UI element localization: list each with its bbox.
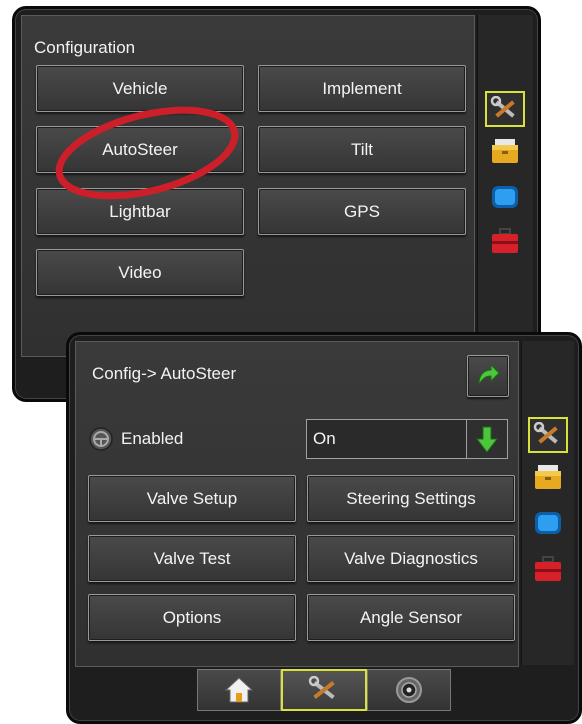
tools-icon[interactable]	[485, 91, 525, 127]
side-toolbar	[521, 341, 574, 665]
monitor-icon[interactable]	[485, 179, 525, 215]
tools-icon	[308, 676, 335, 699]
valve-test-button[interactable]: Valve Test	[88, 535, 296, 582]
dropdown-arrow[interactable]	[466, 420, 507, 458]
tools-icon[interactable]	[528, 417, 568, 453]
arrow-down-icon	[476, 426, 498, 453]
implement-button[interactable]: Implement	[258, 65, 466, 112]
folder-icon[interactable]	[528, 459, 568, 495]
angle-sensor-button[interactable]: Angle Sensor	[307, 594, 515, 641]
video-button[interactable]: Video	[36, 249, 244, 296]
enabled-label: Enabled	[121, 429, 184, 448]
valve-setup-button[interactable]: Valve Setup	[88, 475, 296, 522]
steering-settings-button[interactable]: Steering Settings	[307, 475, 515, 522]
tilt-button[interactable]: Tilt	[258, 126, 466, 173]
toolbox-icon[interactable]	[528, 551, 568, 587]
redo-arrow-icon	[478, 364, 500, 386]
toolbox-icon[interactable]	[485, 223, 525, 259]
steering-wheel-icon	[88, 426, 114, 452]
annotation-circle	[55, 106, 239, 200]
back-button[interactable]	[467, 355, 509, 397]
side-toolbar	[477, 15, 533, 355]
monitor-icon[interactable]	[528, 505, 568, 541]
page-title: Config-> AutoSteer	[92, 364, 237, 383]
tools-tab[interactable]	[281, 669, 367, 711]
valve-diagnostics-button[interactable]: Valve Diagnostics	[307, 535, 515, 582]
page-title: Configuration	[34, 38, 136, 57]
autosteer-window: Config-> AutoSteer Enabled On Valve Setu…	[66, 332, 582, 724]
folder-icon[interactable]	[485, 133, 525, 169]
enabled-value: On	[313, 429, 336, 448]
gauge-tab[interactable]	[367, 669, 451, 711]
options-button[interactable]: Options	[88, 594, 296, 641]
enabled-dropdown[interactable]: On	[306, 419, 508, 459]
home-tab[interactable]	[197, 669, 281, 711]
gps-button[interactable]: GPS	[258, 188, 466, 235]
gauge-icon	[396, 677, 422, 703]
home-icon	[224, 677, 254, 703]
